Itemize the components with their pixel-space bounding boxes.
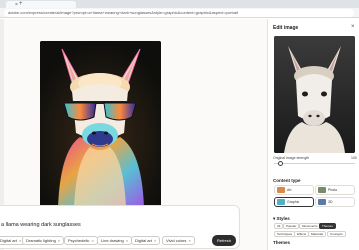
style-chip[interactable]: Vivid colors × (162, 236, 195, 245)
content-type-title: Content type (273, 178, 301, 183)
panel-title: Edit image (273, 25, 299, 31)
address-bar: adobe.com/express/create/ai/image?prompt… (0, 8, 359, 18)
style-filter-popular[interactable]: Popular (283, 223, 300, 229)
style-filter-materials[interactable]: Materials (308, 231, 327, 237)
style-filter-movements[interactable]: Movements (299, 223, 321, 229)
prompt-bar[interactable]: a llama wearing dark sunglasses Digital … (0, 205, 240, 249)
style-filter-effects[interactable]: Effects (294, 231, 310, 237)
strength-slider[interactable] (274, 163, 355, 164)
style-chip[interactable]: Line drawing × (97, 236, 133, 245)
content-type-3d[interactable]: 3D (315, 197, 355, 207)
chip-remove-icon[interactable]: × (126, 238, 128, 243)
chip-remove-icon[interactable]: × (91, 238, 93, 243)
slider-handle[interactable] (277, 161, 283, 166)
llama-illustration (40, 41, 161, 208)
style-chip[interactable]: Dramatic lighting × (22, 236, 65, 245)
graphic-thumbnail (277, 199, 285, 205)
style-chip-label: Psychedelic (68, 238, 90, 243)
style-filter-concepts[interactable]: Concepts (327, 231, 346, 237)
url-field[interactable]: adobe.com/express/create/ai/image?prompt… (4, 9, 354, 17)
browser-tab[interactable]: × (6, 1, 76, 8)
chip-remove-icon[interactable]: × (154, 238, 156, 243)
style-chip-label: Vivid colors (166, 238, 187, 243)
themes-title: Themes (273, 240, 291, 245)
style-chip[interactable]: Digital art × (131, 236, 161, 245)
chip-remove-icon[interactable]: × (189, 238, 191, 243)
art-thumbnail (277, 187, 285, 193)
content-type-photo[interactable]: Photo (315, 185, 355, 195)
style-chip-label: Digital art (0, 238, 17, 243)
new-tab-icon[interactable]: + (19, 1, 23, 7)
strength-label: Original image strength (273, 156, 310, 160)
content-type-label: Art (287, 188, 292, 192)
llama-photo-illustration (274, 36, 355, 153)
strength-value: 100 (351, 156, 357, 160)
content-type-label: Graphic (287, 200, 300, 204)
generated-image[interactable] (40, 41, 161, 208)
prompt-input[interactable]: a llama wearing dark sunglasses (1, 222, 81, 228)
content-type-art[interactable]: Art (274, 185, 314, 195)
style-chip[interactable]: Psychedelic × (64, 236, 98, 245)
photo-thumbnail (318, 187, 326, 193)
style-chip-label: Digital art (135, 238, 152, 243)
style-filter-all[interactable]: All (274, 223, 284, 229)
style-filter-themes[interactable]: Themes (319, 223, 336, 229)
reference-thumbnail[interactable] (274, 36, 355, 153)
close-icon[interactable]: × (351, 24, 355, 30)
style-chip-label: Dramatic lighting (26, 238, 56, 243)
styles-title[interactable]: ▾ Styles (273, 216, 290, 222)
style-filter-techniques[interactable]: Techniques (274, 231, 296, 237)
3d-thumbnail (318, 199, 326, 205)
content-type-label: 3D (328, 200, 333, 204)
content-type-graphic[interactable]: Graphic (274, 197, 314, 207)
style-chip-label: Line drawing (101, 238, 124, 243)
refresh-button[interactable]: Refresh (212, 235, 236, 246)
content-type-label: Photo (328, 188, 338, 192)
chip-remove-icon[interactable]: × (58, 238, 60, 243)
browser-tab-bar: × + (0, 0, 359, 8)
